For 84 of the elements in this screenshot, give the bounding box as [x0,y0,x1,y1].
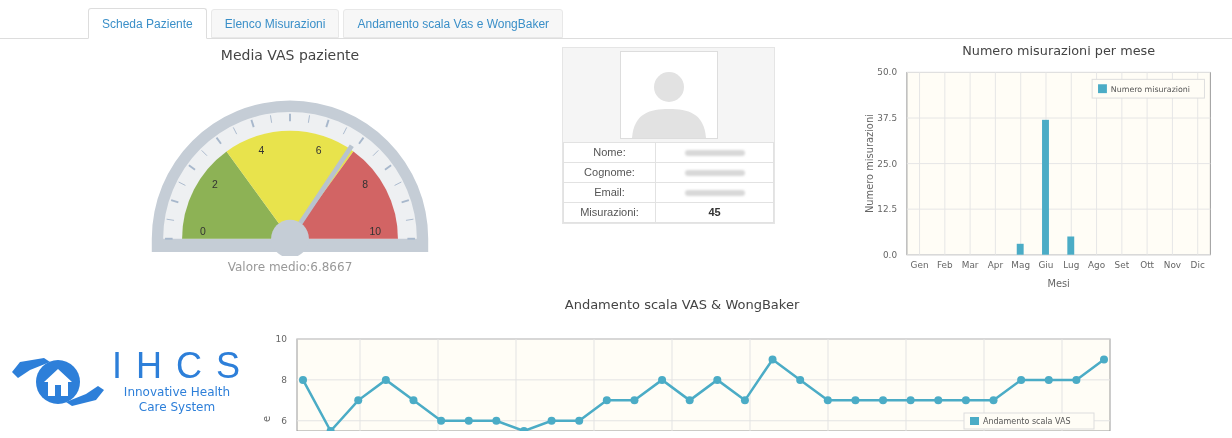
axis-tick-label: 0.0 [882,249,898,260]
axis-tick-label: Ott [1140,259,1155,270]
axis-tick-label: Giu [1038,259,1054,270]
axis-tick-label: 25.0 [877,158,898,169]
data-point [437,416,446,425]
chart-title: Media VAS paziente [220,46,360,65]
tab[interactable]: Andamento scala Vas e WongBaker [343,9,564,38]
data-point [658,375,667,384]
data-point [740,396,749,405]
data-point [879,396,888,405]
data-point [1072,375,1081,384]
logo-acronym: I H C S [112,347,242,385]
data-point [575,416,584,425]
axis-tick-label: Mag [1011,259,1031,270]
tick-label: 10 [369,225,381,237]
axis-tick-label: 12.5 [877,204,898,215]
data-point [961,396,970,405]
tick-label: 2 [212,179,218,190]
axis-title: e [261,415,272,423]
axis-tick-label: 50.0 [877,67,898,78]
data-point [796,375,805,384]
axis-tick-label: Gen [910,259,929,270]
field-label: Nome: [563,142,656,163]
field-label: Misurazioni: [563,202,656,223]
axis-title: Numero misurazioni [864,114,876,214]
blurred-text [684,170,745,177]
data-point [602,396,611,405]
logo-tagline: Care System [138,400,216,415]
tab[interactable]: Elenco Misurazioni [210,9,340,38]
data-point [299,375,307,384]
tab[interactable]: Scheda Paziente [88,8,207,39]
blurred-text [684,190,745,197]
legend-label: Andamento scala VAS [983,417,1071,426]
data-point [630,396,639,405]
bar [1067,236,1075,255]
blurred-text [684,150,745,157]
data-point [823,396,832,405]
data-point [934,396,943,405]
data-point [326,427,335,431]
data-point [906,396,915,405]
axis-tick-label: Dic [1190,259,1205,270]
data-point [989,396,998,405]
axis-tick-label: Apr [987,259,1004,270]
field-label: Cognome: [563,162,656,183]
axis-tick-label: Mar [961,259,979,270]
chart-title: Andamento scala VAS & WongBaker [564,297,800,312]
data-point [409,396,418,405]
tick-label: 8 [362,179,368,190]
axis-tick-label: Set [1114,259,1130,270]
legend-label: Numero misurazioni [1110,85,1190,95]
axis-tick-label: Feb [937,259,953,270]
data-point [381,375,390,384]
axis-tick-label: 37.5 [877,112,898,123]
data-point [464,416,473,425]
data-point [354,396,363,405]
field-value: 45 [708,206,721,219]
avatar-silhouette-icon [619,51,718,139]
bar [1016,243,1024,255]
data-point [1044,375,1053,384]
axis-tick-label: 6 [281,415,287,426]
tick-label: 6 [315,145,322,157]
data-point [685,396,694,405]
axis-tick-label: Lug [1063,259,1080,270]
axis-tick-label: 10 [275,334,287,344]
tick-label: 0 [200,225,206,237]
axis-tick-label: Nov [1163,259,1182,270]
tick-label: 4 [258,145,265,157]
axis-tick-label: Ago [1088,259,1106,270]
data-point [547,416,556,425]
data-point [520,427,528,431]
chart-legend: Andamento scala VAS [963,412,1095,430]
data-point [768,355,777,364]
data-point [492,416,501,425]
data-point [851,396,860,405]
data-point [1017,375,1026,384]
average-value: Valore medio:6.8667 [227,259,353,276]
chart-title: Numero misurazioni per mese [962,42,1156,58]
axis-title: Mesi [1047,278,1070,290]
axis-tick-label: 8 [281,374,287,385]
data-point [1100,355,1108,364]
logo-tagline: Innovative Health [123,385,231,400]
data-point [713,375,722,384]
chart-legend: Numero misurazioni [1091,78,1205,99]
field-label: Email: [563,182,656,203]
